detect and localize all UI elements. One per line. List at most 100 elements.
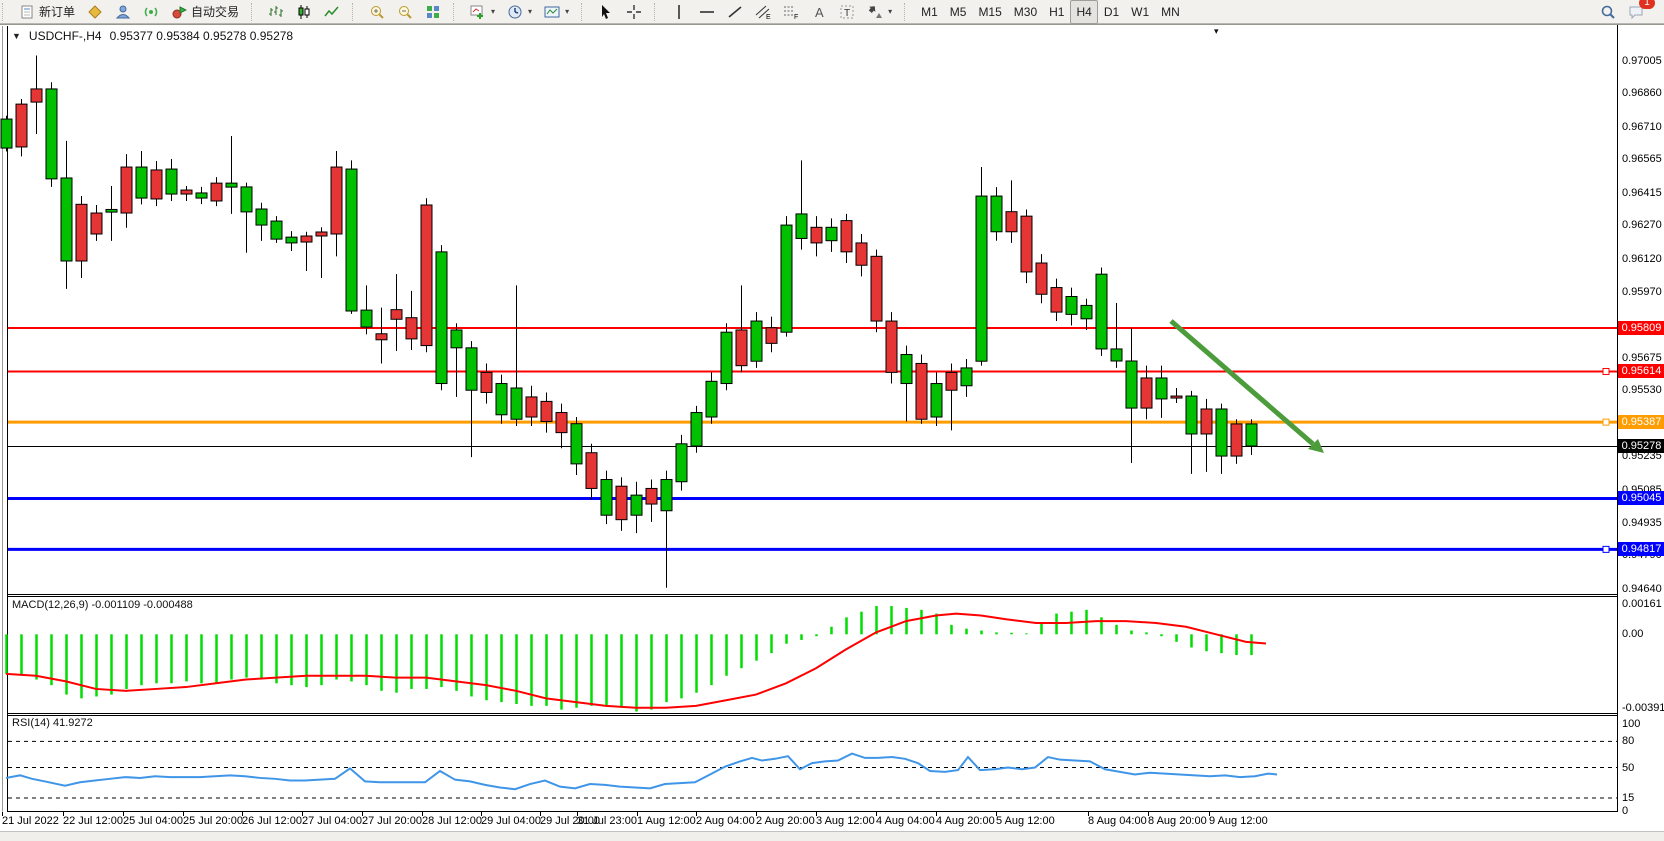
- scroll-to-end-icon[interactable]: ▾: [1214, 26, 1219, 37]
- toolbar-separator: [251, 3, 259, 21]
- rsi-tick-label: 0: [1622, 806, 1664, 817]
- auto-trading-icon: [171, 4, 187, 20]
- new-order-label: 新订单: [39, 3, 75, 20]
- timeframe-m30-button[interactable]: M30: [1008, 0, 1043, 24]
- arrows-icon: [867, 4, 883, 20]
- svg-text:A: A: [815, 5, 824, 20]
- price-tick-label: 0.95530: [1622, 385, 1664, 396]
- price-level-badge: 0.95614: [1618, 364, 1664, 378]
- candlestick-chart-button[interactable]: [290, 0, 318, 24]
- rsi-tick-label: 100: [1622, 719, 1664, 730]
- dropdown-arrow-icon: ▾: [565, 7, 569, 16]
- tile-windows-button[interactable]: [419, 0, 447, 24]
- fibonacci-icon: F: [783, 4, 799, 20]
- new-chart-button[interactable]: ▾: [464, 0, 501, 24]
- signals-button[interactable]: [137, 0, 165, 24]
- price-level-badge: 0.95045: [1618, 491, 1664, 505]
- channel-button[interactable]: E: [749, 0, 777, 24]
- new-order-button[interactable]: 新订单: [13, 0, 81, 24]
- toolbar-separator: [352, 3, 360, 21]
- text-button[interactable]: A: [805, 0, 833, 24]
- dropdown-arrow-icon: ▾: [528, 7, 532, 16]
- timeframe-w1-button[interactable]: W1: [1125, 0, 1155, 24]
- time-axis-label: 28 Jul 12:00: [422, 815, 482, 827]
- trendline-button[interactable]: [721, 0, 749, 24]
- rsi-tick-label: 50: [1622, 763, 1664, 774]
- zoom-in-button[interactable]: [363, 0, 391, 24]
- timeframe-m5-button[interactable]: M5: [944, 0, 973, 24]
- time-axis-label: 21 Jul 2022: [2, 815, 59, 827]
- fibonacci-button[interactable]: F: [777, 0, 805, 24]
- toolbar: 新订单 自动交易: [0, 0, 1664, 24]
- timeframe-m15-button[interactable]: M15: [972, 0, 1007, 24]
- new-order-icon: [19, 4, 35, 20]
- auto-trading-label: 自动交易: [191, 3, 239, 20]
- chart-title: ▼ USDCHF-,H4 0.95377 0.95384 0.95278 0.9…: [12, 29, 293, 43]
- horizontal-line-button[interactable]: [693, 0, 721, 24]
- time-axis-label: 22 Jul 12:00: [63, 815, 123, 827]
- time-axis-label: 8 Aug 20:00: [1148, 815, 1207, 827]
- chart-menu-icon[interactable]: ▼: [12, 31, 21, 41]
- crosshair-button[interactable]: [620, 0, 648, 24]
- new-chart-icon: [470, 4, 486, 20]
- timeframe-h4-button[interactable]: H4: [1070, 0, 1097, 24]
- time-axis-label: 3 Aug 12:00: [816, 815, 875, 827]
- price-tick-label: 0.96565: [1622, 154, 1664, 165]
- macd-tick-label: -0.00391: [1622, 703, 1664, 714]
- timeframe-d1-button[interactable]: D1: [1098, 0, 1125, 24]
- timeframe-h1-button[interactable]: H1: [1043, 0, 1070, 24]
- bar-chart-button[interactable]: [262, 0, 290, 24]
- time-axis-label: 4 Aug 20:00: [936, 815, 995, 827]
- time-axis-label: 27 Jul 04:00: [302, 815, 362, 827]
- rsi-tick-label: 80: [1622, 736, 1664, 747]
- label-button[interactable]: T: [833, 0, 861, 24]
- time-axis-label: 5 Aug 12:00: [996, 815, 1055, 827]
- toolbar-separator: [654, 3, 662, 21]
- time-axis-label: 26 Jul 12:00: [242, 815, 302, 827]
- profiles-clock-icon: [507, 4, 523, 20]
- crosshair-icon: [626, 4, 642, 20]
- timeframe-m1-button[interactable]: M1: [915, 0, 944, 24]
- time-axis-label: 2 Aug 04:00: [696, 815, 755, 827]
- svg-text:F: F: [794, 14, 798, 20]
- cursor-button[interactable]: [592, 0, 620, 24]
- line-chart-button[interactable]: [318, 0, 346, 24]
- arrows-button[interactable]: ▾: [861, 0, 898, 24]
- text-icon: A: [811, 4, 827, 20]
- price-tick-label: 0.97005: [1622, 56, 1664, 67]
- symbols-button[interactable]: [81, 0, 109, 24]
- ohlc-quotes-label: 0.95377 0.95384 0.95278 0.95278: [110, 29, 294, 43]
- price-tick-label: 0.94935: [1622, 518, 1664, 529]
- chart-canvas[interactable]: [0, 25, 1664, 832]
- profiles-button[interactable]: ▾: [501, 0, 538, 24]
- dropdown-arrow-icon: ▾: [888, 7, 892, 16]
- time-axis-label: 4 Aug 04:00: [876, 815, 935, 827]
- horizontal-line-icon: [699, 4, 715, 20]
- label-icon: T: [839, 4, 855, 20]
- price-tick-label: 0.96860: [1622, 88, 1664, 99]
- dropdown-arrow-icon: ▾: [491, 7, 495, 16]
- time-axis-label: 31 Jul 23:00: [577, 815, 637, 827]
- line-chart-icon: [324, 4, 340, 20]
- price-tick-label: 0.96270: [1622, 220, 1664, 231]
- time-axis-label: 29 Jul 04:00: [481, 815, 541, 827]
- templates-button[interactable]: ▾: [538, 0, 575, 24]
- chart-window: ▼ USDCHF-,H4 0.95377 0.95384 0.95278 0.9…: [0, 24, 1664, 832]
- trendline-icon: [727, 4, 743, 20]
- zoom-out-icon: [397, 4, 413, 20]
- toolbar-separator: [581, 3, 589, 21]
- notifications-button[interactable]: 1: [1622, 0, 1650, 24]
- rsi-indicator-label: RSI(14) 41.9272: [12, 717, 93, 729]
- signals-icon: [143, 4, 159, 20]
- vertical-line-button[interactable]: [665, 0, 693, 24]
- zoom-in-icon: [369, 4, 385, 20]
- price-tick-label: 0.95675: [1622, 353, 1664, 364]
- zoom-out-button[interactable]: [391, 0, 419, 24]
- search-button[interactable]: [1594, 0, 1622, 24]
- profile-button[interactable]: [109, 0, 137, 24]
- timeframe-mn-button[interactable]: MN: [1155, 0, 1186, 24]
- tile-windows-icon: [425, 4, 441, 20]
- toolbar-separator: [2, 3, 10, 21]
- price-tick-label: 0.96415: [1622, 188, 1664, 199]
- auto-trading-button[interactable]: 自动交易: [165, 0, 245, 24]
